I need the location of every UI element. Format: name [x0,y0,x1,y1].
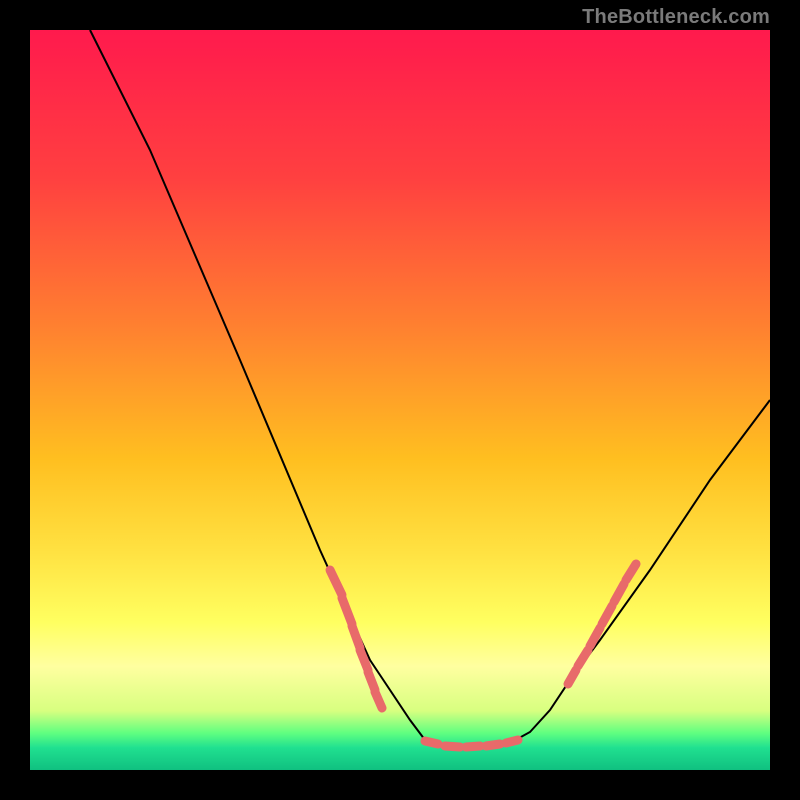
chart-container: TheBottleneck.com [0,0,800,800]
curve-layer [30,30,770,770]
highlight-dash [445,746,460,747]
watermark-text: TheBottleneck.com [582,6,770,29]
highlight-dash [602,606,612,624]
highlight-dash [626,564,636,580]
highlight-dash [425,741,438,744]
highlight-dash [614,584,624,602]
highlight-dash [375,692,382,708]
highlight-dashes [330,564,636,747]
highlight-dash [330,570,342,595]
highlight-dash [352,626,360,648]
highlight-dash [342,598,352,624]
bottleneck-curve [90,30,770,747]
plot-area [30,30,770,770]
highlight-dash [506,740,518,743]
highlight-dash [568,670,576,684]
highlight-dash [466,746,480,747]
highlight-dash [578,650,588,666]
highlight-dash [486,744,500,746]
highlight-dash [368,672,375,690]
